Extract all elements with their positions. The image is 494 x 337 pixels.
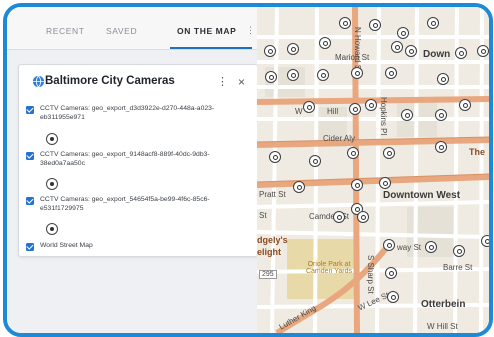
layer-label: CCTV Cameras: geo_export_54654f5a-be99-4… — [40, 196, 210, 212]
left-panel: RECENT SAVED ON THE MAP ⋮ Baltimore City… — [7, 7, 258, 333]
map-label-pratt: Pratt St — [259, 190, 286, 199]
camera-marker[interactable] — [333, 211, 345, 223]
map-label-hopkins: Hopkins Pl — [379, 97, 388, 136]
app-frame: RECENT SAVED ON THE MAP ⋮ Baltimore City… — [3, 3, 493, 337]
camera-marker[interactable] — [405, 45, 417, 57]
camera-marker[interactable] — [351, 67, 363, 79]
camera-marker[interactable] — [435, 141, 447, 153]
map-label-park: Oriole Park at Camden Yards — [305, 261, 353, 275]
camera-marker[interactable] — [459, 99, 471, 111]
camera-marker[interactable] — [309, 155, 321, 167]
card-title: Baltimore City Cameras — [45, 75, 175, 87]
camera-marker[interactable] — [387, 291, 399, 303]
layer-label: CCTV Cameras: geo_export_d3d3922e-d270-4… — [40, 105, 215, 121]
active-tab-indicator — [170, 47, 252, 49]
map-label-downtown-west: Downtown West — [383, 190, 461, 201]
camera-marker[interactable] — [303, 101, 315, 113]
tab-on-the-map[interactable]: ON THE MAP — [177, 26, 236, 36]
tab-recent[interactable]: RECENT — [46, 26, 85, 36]
camera-marker[interactable] — [349, 103, 361, 115]
camera-marker[interactable] — [357, 211, 369, 223]
map-label-hill-st: W Hill St — [427, 322, 458, 331]
camera-marker[interactable] — [319, 37, 331, 49]
camera-legend-icon — [46, 223, 58, 235]
layer-item[interactable]: CCTV Cameras: geo_export_54654f5a-be99-4… — [26, 196, 250, 214]
camera-marker[interactable] — [391, 41, 403, 53]
camera-legend-icon — [46, 133, 58, 145]
more-vertical-icon[interactable]: ⋮ — [246, 25, 255, 36]
camera-marker[interactable] — [369, 19, 381, 31]
camera-marker[interactable] — [287, 43, 299, 55]
camera-marker[interactable] — [397, 27, 409, 39]
camera-marker[interactable] — [455, 47, 467, 59]
map-view[interactable]: Marion St Down W Hill Cider Aly Pratt St… — [257, 7, 489, 333]
layer-item[interactable]: CCTV Cameras: geo_export_9148acf8-889f-4… — [26, 151, 250, 169]
camera-marker[interactable] — [365, 99, 377, 111]
map-label-w: W — [295, 107, 303, 116]
camera-marker[interactable] — [339, 17, 351, 29]
map-label-howard: N Howard St — [353, 27, 362, 73]
camera-marker[interactable] — [435, 109, 447, 121]
camera-marker[interactable] — [385, 267, 397, 279]
camera-marker[interactable] — [481, 235, 489, 247]
map-label-otterbein: Otterbein — [421, 299, 466, 310]
camera-marker[interactable] — [293, 181, 305, 193]
camera-marker[interactable] — [383, 239, 395, 251]
camera-marker[interactable] — [347, 147, 359, 159]
camera-marker[interactable] — [425, 241, 437, 253]
tab-bar: RECENT SAVED ON THE MAP ⋮ — [7, 7, 257, 50]
route-shield: 295 — [259, 270, 277, 279]
map-label-downtown: Down — [423, 49, 451, 60]
map-label-cider: Cider Aly — [323, 134, 356, 143]
layer-checkbox[interactable] — [26, 106, 34, 114]
camera-marker[interactable] — [264, 45, 276, 57]
map-label-hill: Hill — [327, 107, 339, 116]
camera-marker[interactable] — [401, 109, 413, 121]
layer-checkbox[interactable] — [26, 152, 34, 160]
camera-marker[interactable] — [453, 245, 465, 257]
layer-item[interactable]: CCTV Cameras: geo_export_d3d3922e-d270-4… — [26, 105, 250, 123]
camera-marker[interactable] — [269, 151, 281, 163]
map-label-ridgelys: dgely's — [257, 235, 288, 245]
camera-marker[interactable] — [477, 45, 489, 57]
camera-marker[interactable] — [383, 147, 395, 159]
camera-marker[interactable] — [379, 177, 391, 189]
map-label-way: way St — [397, 243, 422, 252]
map-label-barre: Barre St — [443, 263, 473, 272]
tab-saved[interactable]: SAVED — [106, 26, 137, 36]
map-label-the: The — [469, 147, 486, 157]
layer-label: World Street Map — [40, 242, 93, 249]
camera-legend-icon — [46, 178, 58, 190]
layer-label: CCTV Cameras: geo_export_9148acf8-889f-4… — [40, 151, 210, 167]
camera-marker[interactable] — [385, 67, 397, 79]
camera-marker[interactable] — [287, 69, 299, 81]
map-label-st: St — [259, 211, 267, 220]
map-label-sharp: S Sharp St — [366, 255, 375, 294]
globe-icon — [32, 75, 45, 88]
card-menu-button[interactable]: ⋮ — [217, 75, 228, 88]
layer-item[interactable]: World Street Map — [26, 242, 250, 252]
card-close-button[interactable]: × — [238, 75, 245, 89]
layer-card: Baltimore City Cameras ⋮ × CCTV Cameras:… — [18, 64, 258, 257]
card-header: Baltimore City Cameras ⋮ × — [19, 65, 257, 95]
camera-marker[interactable] — [265, 71, 277, 83]
camera-marker[interactable] — [317, 69, 329, 81]
layer-checkbox[interactable] — [26, 197, 34, 205]
camera-marker[interactable] — [427, 17, 439, 29]
map-label-delight: elight — [257, 247, 281, 257]
camera-marker[interactable] — [437, 73, 449, 85]
camera-marker[interactable] — [351, 179, 363, 191]
layer-checkbox[interactable] — [26, 243, 34, 251]
